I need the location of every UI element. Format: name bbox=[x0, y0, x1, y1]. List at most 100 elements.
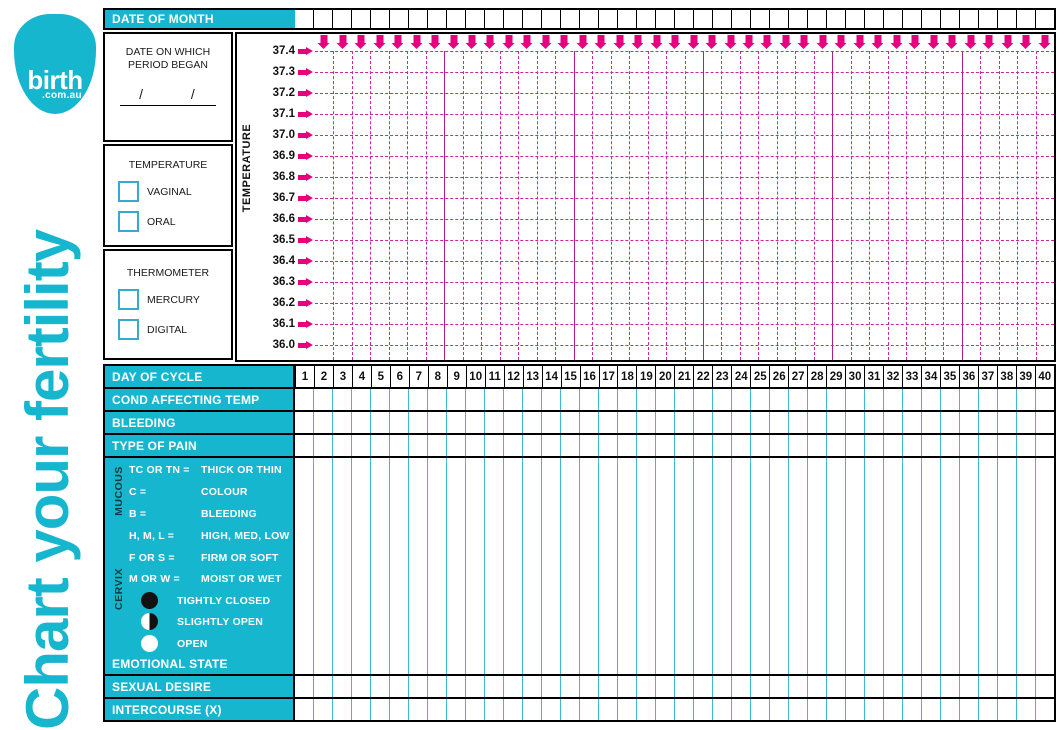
entry-cell[interactable] bbox=[1035, 545, 1054, 567]
entry-cell[interactable] bbox=[902, 676, 921, 697]
entry-cell[interactable] bbox=[522, 699, 541, 720]
entry-cell[interactable] bbox=[1035, 502, 1054, 524]
entry-cell[interactable] bbox=[788, 588, 807, 610]
entry-cell[interactable] bbox=[522, 389, 541, 410]
entry-cell[interactable] bbox=[579, 567, 598, 589]
entry-cell[interactable] bbox=[883, 588, 902, 610]
entry-cell[interactable] bbox=[636, 435, 655, 456]
entry-cell[interactable] bbox=[940, 588, 959, 610]
entry-cell[interactable] bbox=[959, 545, 978, 567]
entry-cell[interactable] bbox=[465, 435, 484, 456]
entry-cell[interactable] bbox=[731, 412, 750, 433]
entry-cell[interactable] bbox=[370, 653, 389, 674]
entry-cell[interactable] bbox=[883, 435, 902, 456]
entry-cell[interactable] bbox=[997, 524, 1016, 546]
entry-cell[interactable] bbox=[295, 699, 313, 720]
entry-cell[interactable] bbox=[693, 653, 712, 674]
entry-cell[interactable] bbox=[674, 502, 693, 524]
entry-cell[interactable] bbox=[750, 610, 769, 632]
entry-cell[interactable] bbox=[997, 545, 1016, 567]
entry-cell[interactable] bbox=[484, 545, 503, 567]
entry-cell[interactable] bbox=[807, 502, 826, 524]
entry-cell[interactable] bbox=[826, 699, 845, 720]
entry-cell[interactable] bbox=[1016, 588, 1035, 610]
date-of-month-cell[interactable] bbox=[465, 10, 484, 28]
entry-cell[interactable] bbox=[408, 588, 427, 610]
entry-cell[interactable] bbox=[769, 610, 788, 632]
date-of-month-cell[interactable] bbox=[864, 10, 883, 28]
entry-cell[interactable] bbox=[769, 699, 788, 720]
entry-cell[interactable] bbox=[731, 435, 750, 456]
entry-cell[interactable] bbox=[351, 610, 370, 632]
entry-cell[interactable] bbox=[636, 567, 655, 589]
plot-area[interactable] bbox=[315, 34, 1054, 360]
entry-cell[interactable] bbox=[427, 458, 446, 480]
entry-cell[interactable] bbox=[541, 588, 560, 610]
entry-cell[interactable] bbox=[541, 458, 560, 480]
entry-cell[interactable] bbox=[693, 588, 712, 610]
entry-cell[interactable] bbox=[408, 502, 427, 524]
entry-cell[interactable] bbox=[750, 676, 769, 697]
entry-cell[interactable] bbox=[313, 588, 332, 610]
entry-cell[interactable] bbox=[560, 389, 579, 410]
entry-cell[interactable] bbox=[693, 389, 712, 410]
entry-cell[interactable] bbox=[295, 546, 313, 568]
entry-cell[interactable] bbox=[807, 389, 826, 410]
date-of-month-cell[interactable] bbox=[332, 10, 351, 28]
entry-cell[interactable] bbox=[788, 502, 807, 524]
entry-cell[interactable] bbox=[655, 412, 674, 433]
entry-cell[interactable] bbox=[427, 524, 446, 546]
entry-cell[interactable] bbox=[541, 435, 560, 456]
entry-cell[interactable] bbox=[655, 545, 674, 567]
entry-cell[interactable] bbox=[693, 480, 712, 502]
entry-cell[interactable] bbox=[465, 458, 484, 480]
entry-cell[interactable] bbox=[446, 435, 465, 456]
entry-cell[interactable] bbox=[674, 653, 693, 674]
entry-cell[interactable] bbox=[750, 631, 769, 653]
entry-cell[interactable] bbox=[598, 676, 617, 697]
entry-cell[interactable] bbox=[598, 412, 617, 433]
entry-cell[interactable] bbox=[788, 676, 807, 697]
entry-cell[interactable] bbox=[465, 412, 484, 433]
entry-cell[interactable] bbox=[902, 610, 921, 632]
entry-cell[interactable] bbox=[731, 588, 750, 610]
entry-cell[interactable] bbox=[484, 588, 503, 610]
entry-cell[interactable] bbox=[636, 502, 655, 524]
entry-cell[interactable] bbox=[769, 631, 788, 653]
entry-cell[interactable] bbox=[598, 610, 617, 632]
entry-cell[interactable] bbox=[674, 389, 693, 410]
entry-cell[interactable] bbox=[560, 610, 579, 632]
entry-cell[interactable] bbox=[655, 480, 674, 502]
entry-cell[interactable] bbox=[389, 412, 408, 433]
entry-cell[interactable] bbox=[750, 567, 769, 589]
entry-cell[interactable] bbox=[579, 435, 598, 456]
entry-cell[interactable] bbox=[427, 653, 446, 674]
entry-cell[interactable] bbox=[864, 458, 883, 480]
entry-cell[interactable] bbox=[370, 389, 389, 410]
entry-cell[interactable] bbox=[503, 545, 522, 567]
entry-cell[interactable] bbox=[940, 502, 959, 524]
entry-cell[interactable] bbox=[997, 699, 1016, 720]
entry-cell[interactable] bbox=[579, 699, 598, 720]
entry-cell[interactable] bbox=[427, 588, 446, 610]
entry-cell[interactable] bbox=[940, 653, 959, 674]
entry-cell[interactable] bbox=[712, 435, 731, 456]
checkbox-digital[interactable] bbox=[118, 319, 139, 340]
entry-cell[interactable] bbox=[750, 653, 769, 674]
entry-cell[interactable] bbox=[826, 502, 845, 524]
entry-cell[interactable] bbox=[731, 631, 750, 653]
entry-cell[interactable] bbox=[769, 502, 788, 524]
entry-cell[interactable] bbox=[864, 610, 883, 632]
entry-cell[interactable] bbox=[921, 389, 940, 410]
entry-cell[interactable] bbox=[1016, 676, 1035, 697]
date-of-month-cell[interactable] bbox=[693, 10, 712, 28]
entry-cell[interactable] bbox=[427, 412, 446, 433]
entry-cell[interactable] bbox=[389, 545, 408, 567]
entry-cell[interactable] bbox=[313, 524, 332, 546]
entry-cell[interactable] bbox=[655, 610, 674, 632]
entry-cell[interactable] bbox=[560, 435, 579, 456]
entry-cell[interactable] bbox=[522, 480, 541, 502]
entry-cell[interactable] bbox=[313, 412, 332, 433]
date-of-month-cell[interactable] bbox=[389, 10, 408, 28]
entry-cell[interactable] bbox=[921, 610, 940, 632]
